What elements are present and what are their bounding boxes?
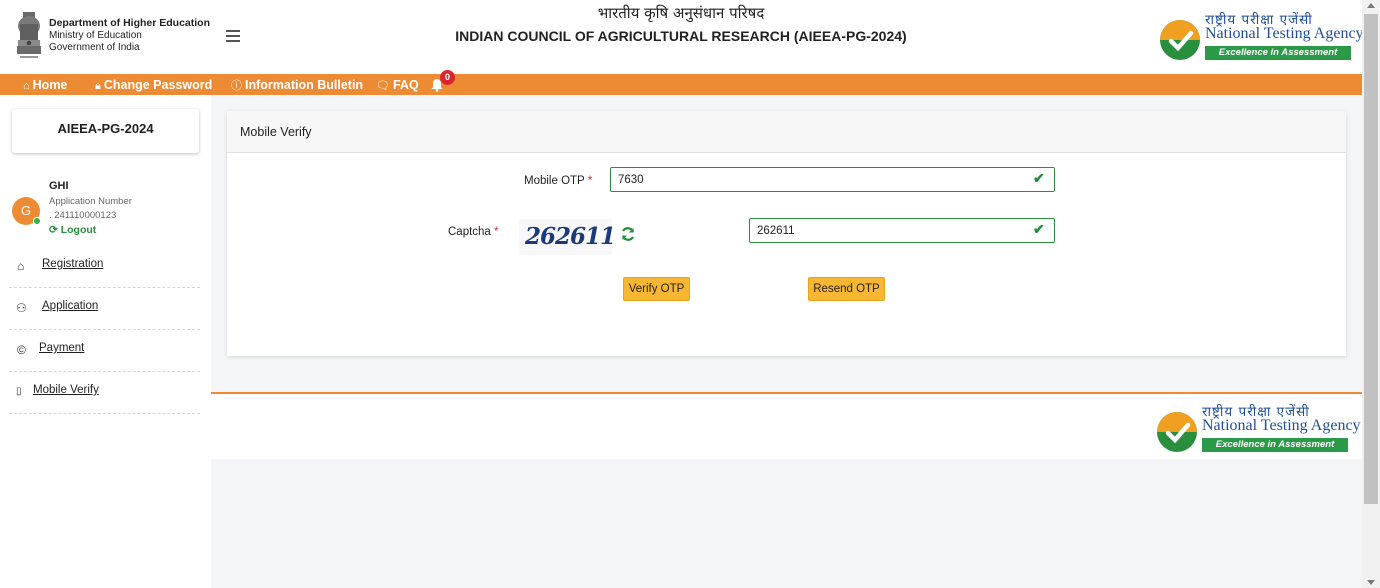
- top-navbar: ⌂ Home 🔒︎ Change Password ⓘ Information Bul…: [0, 74, 1362, 95]
- card-heading: Mobile Verify: [227, 111, 1346, 153]
- captcha-label: Captcha *: [448, 226, 499, 238]
- sidebar: AIEEA-PG-2024 G GHI Application Number .…: [0, 95, 211, 588]
- avatar-letter: G: [20, 203, 32, 218]
- home-outline-icon: ⌂: [17, 259, 25, 273]
- nta-check-icon: [1160, 20, 1200, 60]
- required-mark: *: [494, 226, 499, 238]
- nav-change-password-label: Change Password: [103, 78, 213, 92]
- captcha-valid-check-icon: ✔: [1033, 221, 1045, 237]
- exam-name: AIEEA-PG-2024: [12, 109, 199, 153]
- otp-input[interactable]: [610, 167, 1055, 192]
- nta-tagline: Excellence in Assessment: [1202, 438, 1348, 452]
- online-status-icon: [33, 217, 41, 225]
- nta-english: National Testing Agency: [1205, 25, 1364, 42]
- lock-icon: 🔒︎: [95, 80, 101, 92]
- footer: राष्ट्रीय परीक्षा एजेंसी National Testin…: [211, 392, 1362, 459]
- nav-faq-label: FAQ: [392, 78, 419, 92]
- header: Department of Higher Education Ministry …: [0, 0, 1364, 74]
- national-emblem-icon: [17, 12, 41, 58]
- user-name: GHI: [49, 180, 69, 192]
- sidebar-item-label: Payment: [39, 342, 85, 354]
- resend-otp-button[interactable]: Resend OTP: [808, 277, 885, 301]
- avatar: G: [12, 197, 41, 225]
- nav-home-label: Home: [32, 78, 68, 92]
- notification-badge: 0: [440, 70, 455, 85]
- logout-icon: ⟳: [49, 224, 61, 236]
- otp-valid-check-icon: ✔: [1033, 170, 1045, 186]
- sidebar-item-payment[interactable]: © Payment: [9, 330, 200, 372]
- footer-nta-logo: राष्ट्रीय परीक्षा एजेंसी National Testin…: [1157, 402, 1361, 452]
- otp-label-text: Mobile OTP: [524, 175, 585, 187]
- captcha-label-text: Captcha: [448, 226, 491, 238]
- payment-icon: ©: [17, 343, 26, 357]
- page-title: भारतीय कृषि अनुसंधान परिषद INDIAN COUNCI…: [450, 3, 912, 48]
- verify-otp-button[interactable]: Verify OTP: [623, 277, 690, 301]
- refresh-captcha-icon[interactable]: [620, 226, 636, 242]
- nav-info-bulletin[interactable]: ⓘ Information Bulletin: [231, 74, 363, 95]
- logout-label: Logout: [60, 224, 97, 236]
- sidebar-item-label: Registration: [42, 258, 104, 270]
- chat-icon: 🗨︎: [376, 80, 390, 92]
- sidebar-item-application[interactable]: ⚇ Application: [9, 288, 200, 330]
- nta-logo: राष्ट्रीय परीक्षा एजेंसी National Testin…: [1160, 10, 1364, 60]
- home-icon: ⌂: [23, 80, 30, 92]
- captcha-image: 262611: [519, 219, 616, 255]
- page-scrollbar[interactable]: [1362, 0, 1380, 588]
- info-icon: ⓘ: [231, 80, 242, 92]
- nav-home[interactable]: ⌂ Home: [23, 74, 67, 95]
- add-user-icon: ⚇: [16, 301, 27, 315]
- application-number-label: Application Number: [49, 196, 132, 207]
- department-name: Department of Higher Education Ministry …: [49, 17, 210, 55]
- dept-line-2: Ministry of Education: [49, 29, 142, 41]
- nta-tagline: Excellence in Assessment: [1205, 46, 1351, 60]
- sidebar-item-registration[interactable]: ⌂ Registration: [9, 246, 200, 288]
- application-number: . 241110000123: [49, 210, 117, 221]
- sidebar-item-mobile-verify[interactable]: ▯ Mobile Verify: [9, 372, 200, 414]
- scroll-down-icon[interactable]: [1367, 580, 1375, 585]
- dept-line-3: Government of India: [49, 42, 140, 53]
- sidebar-item-label: Application: [42, 300, 99, 312]
- mobile-icon: ▯: [16, 386, 22, 397]
- captcha-input[interactable]: [749, 218, 1055, 243]
- nav-faq[interactable]: 🗨︎ FAQ: [376, 74, 419, 95]
- dept-line-1: Department of Higher Education: [49, 17, 211, 29]
- otp-label: Mobile OTP *: [524, 175, 592, 187]
- mobile-verify-card: Mobile Verify Mobile OTP * ✔ Captcha * 2…: [227, 111, 1346, 356]
- title-hindi: भारतीय कृषि अनुसंधान परिषद: [597, 4, 765, 22]
- title-english: INDIAN COUNCIL OF AGRICULTURAL RESEARCH …: [455, 28, 907, 44]
- nta-check-icon: [1157, 412, 1197, 452]
- scroll-up-icon[interactable]: [1367, 3, 1375, 8]
- logout-link[interactable]: ⟳ Logout: [49, 224, 96, 236]
- nav-info-bulletin-label: Information Bulletin: [245, 78, 364, 92]
- required-mark: *: [587, 175, 593, 187]
- scrollbar-thumb[interactable]: [1364, 14, 1378, 504]
- nav-change-password[interactable]: 🔒︎ Change Password: [95, 74, 212, 95]
- sidebar-item-label: Mobile Verify: [33, 384, 99, 396]
- nta-english: National Testing Agency: [1202, 417, 1361, 434]
- menu-toggle-icon[interactable]: [226, 30, 240, 42]
- application-number-block: Application Number . 241110000123: [49, 195, 132, 223]
